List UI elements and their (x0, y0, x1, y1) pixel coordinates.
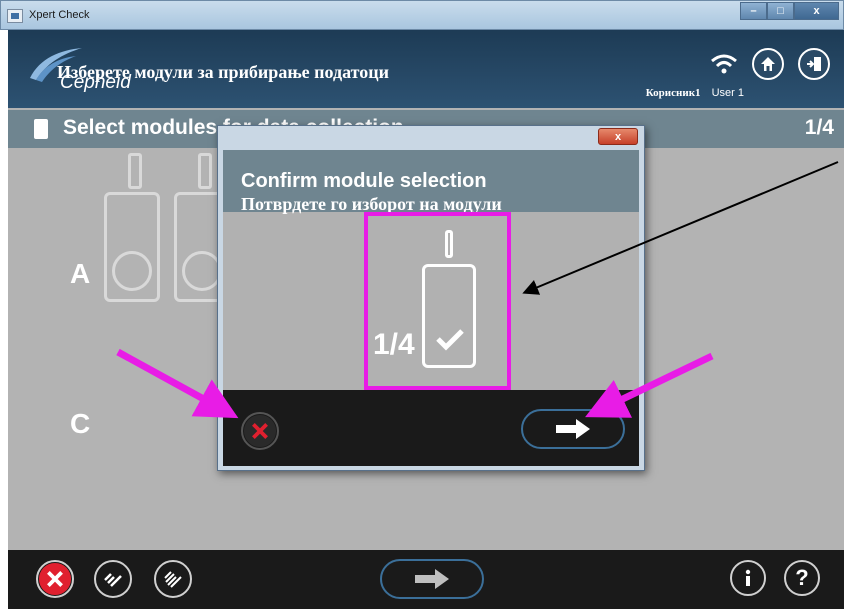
cancel-icon (38, 562, 72, 596)
dialog-body: Confirm module selection Потврдете го из… (223, 150, 639, 466)
minimize-button[interactable]: – (740, 2, 767, 20)
checklist-icon (104, 573, 122, 587)
cancel-icon (243, 414, 277, 448)
module-icon (34, 119, 48, 139)
arrow-right-icon (415, 569, 449, 589)
wifi-icon (711, 54, 737, 74)
dialog-footer (223, 390, 639, 466)
header-icons (710, 48, 830, 80)
module-count: 1/4 (373, 328, 415, 361)
confirm-module-dialog: x Confirm module selection Потврдете го … (217, 125, 645, 471)
window-title-bar: Xpert Check – □ x (0, 0, 844, 30)
row-label-a: A (70, 258, 91, 289)
info-button[interactable] (730, 560, 766, 596)
home-button[interactable] (752, 48, 784, 80)
help-icon: ? (795, 565, 809, 590)
module-circle (112, 251, 152, 291)
window-controls: – □ x (740, 2, 839, 20)
module-circle (182, 251, 222, 291)
exit-button[interactable] (798, 48, 830, 80)
dialog-header: Confirm module selection Потврдете го из… (223, 150, 639, 214)
cancel-button[interactable] (36, 560, 74, 598)
info-icon (745, 569, 751, 586)
module-top-connector (445, 230, 453, 258)
help-button[interactable]: ? (784, 560, 820, 596)
app-icon (7, 9, 23, 23)
page-indicator: 1/4 (804, 116, 834, 139)
dialog-confirm-button[interactable] (521, 409, 625, 449)
user-label-mk: Корисник1 (645, 87, 701, 99)
window-title: Xpert Check (29, 9, 90, 21)
selected-module (422, 264, 476, 368)
home-icon (761, 57, 775, 71)
row-label-c: C (70, 408, 91, 439)
maximize-button[interactable]: □ (767, 2, 794, 20)
dialog-cancel-button[interactable] (241, 412, 279, 450)
next-button-disabled[interactable] (380, 559, 484, 599)
bottom-toolbar: ? (8, 550, 844, 609)
user-label: Корисник1 User 1 (646, 87, 744, 99)
module-slot-a1[interactable] (104, 153, 160, 302)
user-label-en: User 1 (711, 87, 744, 99)
page-caption-mk: Изберете модули за прибирање податоци (57, 62, 389, 82)
close-window-button[interactable]: x (794, 2, 839, 20)
checklist-all-icon (164, 571, 182, 588)
select-modules-button[interactable] (94, 560, 132, 598)
dialog-close-button[interactable]: x (598, 128, 638, 145)
select-all-modules-button[interactable] (154, 560, 192, 598)
dialog-title: Confirm module selection (241, 170, 487, 192)
exit-icon (807, 57, 821, 71)
checkmark-icon (436, 329, 464, 351)
arrow-right-icon (556, 419, 590, 439)
